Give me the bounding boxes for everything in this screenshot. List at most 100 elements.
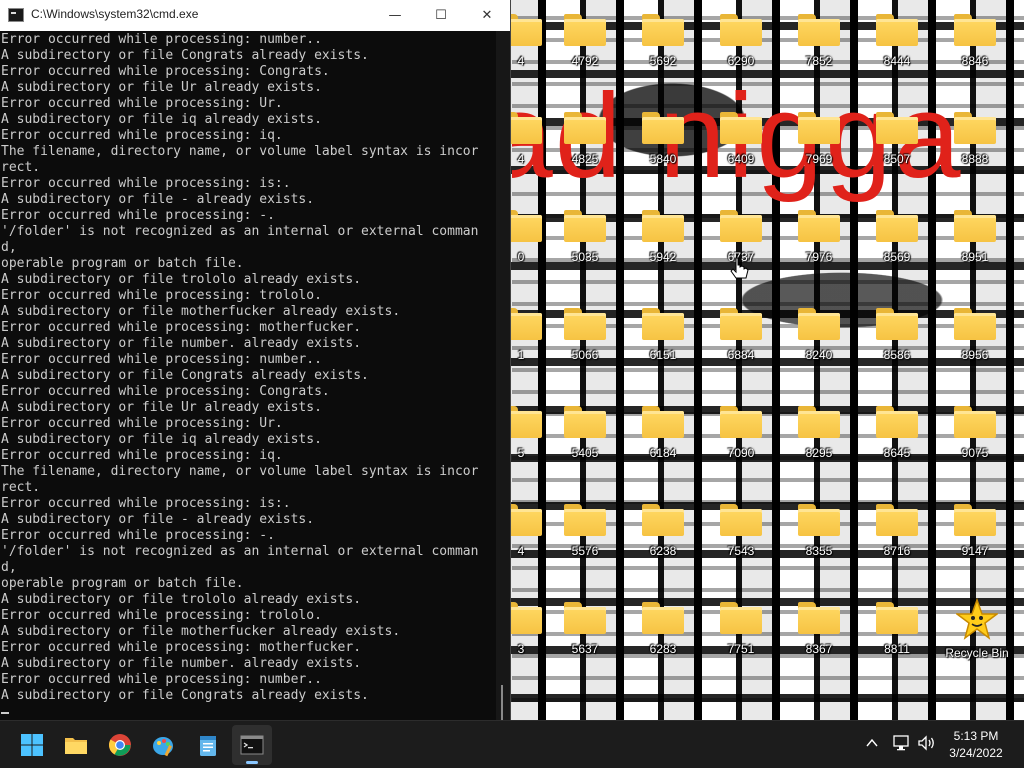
folder-label: 7976	[805, 250, 833, 264]
console-line: '/folder' is not recognized as an intern…	[1, 544, 479, 559]
folder-item[interactable]: 8888	[944, 108, 1006, 188]
cmd-titlebar[interactable]: C:\Windows\system32\cmd.exe — ☐ ✕	[0, 0, 510, 31]
folder-icon	[876, 210, 918, 242]
folder-icon	[642, 406, 684, 438]
folder-item[interactable]: 7751	[710, 598, 772, 678]
file-explorer-icon	[65, 738, 87, 754]
cmd-window-title: C:\Windows\system32\cmd.exe	[31, 7, 199, 21]
start-button[interactable]	[12, 725, 52, 765]
folder-icon	[954, 210, 996, 242]
folder-label: 7852	[805, 54, 833, 68]
folder-item[interactable]: 7543	[710, 500, 772, 580]
folder-icon	[720, 14, 762, 46]
folder-item[interactable]: 5405	[554, 402, 616, 482]
folder-item[interactable]: 8811	[866, 598, 928, 678]
folder-icon	[876, 14, 918, 46]
paint-button[interactable]	[144, 725, 184, 765]
folder-icon	[720, 602, 762, 634]
folder-item[interactable]: 6283	[632, 598, 694, 678]
folder-item[interactable]: 8367	[788, 598, 850, 678]
console-line: A subdirectory or file motherfucker alre…	[1, 304, 401, 319]
folder-item[interactable]: 7852	[788, 10, 850, 90]
cmd-window[interactable]: C:\Windows\system32\cmd.exe — ☐ ✕ Error …	[0, 0, 511, 733]
folder-item[interactable]: 8716	[866, 500, 928, 580]
folder-item[interactable]: 8586	[866, 304, 928, 384]
folder-icon	[642, 112, 684, 144]
folder-item[interactable]: 8295	[788, 402, 850, 482]
folder-icon	[564, 112, 606, 144]
file-explorer-button[interactable]	[56, 725, 96, 765]
console-line: operable program or batch file.	[1, 256, 244, 271]
clock[interactable]: 5:13 PM 3/24/2022	[938, 728, 1014, 762]
console-line: A subdirectory or file Congrats already …	[1, 368, 369, 383]
folder-icon	[798, 14, 840, 46]
folder-item[interactable]: 8444	[866, 10, 928, 90]
folder-label: 6151	[649, 348, 677, 362]
folder-item[interactable]: 6409	[710, 108, 772, 188]
console-line: Error occurred while processing: number.…	[1, 352, 322, 367]
folder-item[interactable]: 7969	[788, 108, 850, 188]
console-line: d,	[1, 240, 17, 255]
folder-item[interactable]: 8569	[866, 206, 928, 286]
folder-item[interactable]: 8951	[944, 206, 1006, 286]
folder-item[interactable]: 5576	[554, 500, 616, 580]
folder-item[interactable]: 6184	[632, 402, 694, 482]
folder-icon	[876, 308, 918, 340]
console-line: rect.	[1, 160, 41, 175]
maximize-button[interactable]: ☐	[418, 0, 464, 31]
taskbar: 5:13 PM 3/24/2022	[0, 720, 1024, 768]
folder-item[interactable]: 9147	[944, 500, 1006, 580]
folder-label: 5942	[649, 250, 677, 264]
folder-icon	[954, 504, 996, 536]
folder-item[interactable]: 8240	[788, 304, 850, 384]
folder-icon	[954, 308, 996, 340]
close-button[interactable]: ✕	[464, 0, 510, 31]
notepad-button[interactable]	[188, 725, 228, 765]
folder-label: 8355	[805, 544, 833, 558]
folder-item[interactable]: 7090	[710, 402, 772, 482]
console-scrollbar[interactable]	[496, 31, 510, 733]
cmd-icon	[240, 735, 264, 755]
folder-item[interactable]: 9075	[944, 402, 1006, 482]
folder-item[interactable]: 5942	[632, 206, 694, 286]
folder-item[interactable]: 7976	[788, 206, 850, 286]
folder-icon	[642, 602, 684, 634]
minimize-button[interactable]: —	[372, 0, 418, 31]
console-line: operable program or batch file.	[1, 576, 244, 591]
folder-label: 8367	[805, 642, 833, 656]
folder-item[interactable]: 8846	[944, 10, 1006, 90]
folder-item[interactable]: 5637	[554, 598, 616, 678]
console-output[interactable]: Error occurred while processing: number.…	[1, 32, 495, 718]
folder-item[interactable]: 6884	[710, 304, 772, 384]
paint-icon	[153, 737, 173, 757]
folder-item[interactable]: 5035	[554, 206, 616, 286]
folder-item[interactable]: 8956	[944, 304, 1006, 384]
folder-item[interactable]: 8645	[866, 402, 928, 482]
folder-item[interactable]: 4792	[554, 10, 616, 90]
folder-icon	[798, 602, 840, 634]
folder-label: 9147	[961, 544, 989, 558]
volume-icon[interactable]	[917, 734, 937, 752]
folder-item[interactable]: 8507	[866, 108, 928, 188]
console-line: A subdirectory or file motherfucker alre…	[1, 624, 401, 639]
console-line: Error occurred while processing: Ur.	[1, 416, 283, 431]
chevron-up-icon[interactable]	[864, 735, 880, 751]
folder-item[interactable]: 6151	[632, 304, 694, 384]
folder-item[interactable]: 6290	[710, 10, 772, 90]
folder-item[interactable]: 5840	[632, 108, 694, 188]
cmd-taskbar-button[interactable]	[232, 725, 272, 765]
folder-label: 8956	[961, 348, 989, 362]
chrome-button[interactable]	[100, 725, 140, 765]
folder-item[interactable]: 8355	[788, 500, 850, 580]
network-icon[interactable]	[892, 734, 912, 752]
recycle-bin-icon[interactable]: Recycle Bin	[942, 598, 1012, 668]
console-line: Error occurred while processing: motherf…	[1, 320, 362, 335]
console-line: Error occurred while processing: iq.	[1, 128, 283, 143]
folder-item[interactable]: 6238	[632, 500, 694, 580]
folder-item[interactable]: 5066	[554, 304, 616, 384]
console-line: Error occurred while processing: motherf…	[1, 640, 362, 655]
console-line: Error occurred while processing: iq.	[1, 448, 283, 463]
folder-item[interactable]: 4825	[554, 108, 616, 188]
folder-label: 6884	[727, 348, 755, 362]
folder-item[interactable]: 5692	[632, 10, 694, 90]
